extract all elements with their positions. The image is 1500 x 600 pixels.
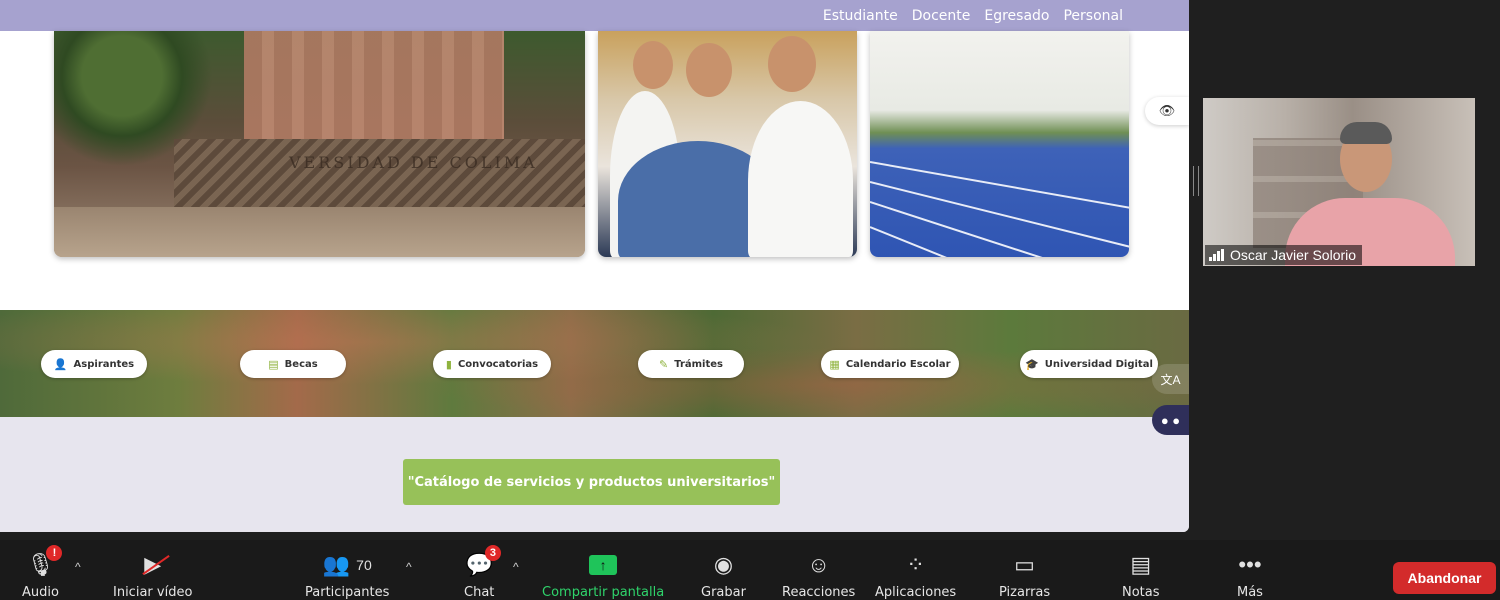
reaction-icon: ☺: [807, 552, 830, 577]
file-icon: ▮: [445, 357, 452, 371]
translate-icon[interactable]: 文A: [1152, 364, 1189, 394]
quick-link-aspirantes[interactable]: 👤 Aspirantes: [41, 350, 147, 378]
split-drag-handle[interactable]: [1193, 166, 1199, 196]
whiteboards-button[interactable]: ▭ Pizarras: [999, 549, 1050, 600]
participants-icon: 👥: [322, 552, 351, 577]
more-button[interactable]: ••• Más: [1237, 549, 1263, 600]
graduation-cap-icon: 🎓: [1025, 357, 1039, 371]
pencil-icon: ✎: [659, 357, 669, 371]
user-icon: 👤: [53, 357, 68, 371]
notes-button[interactable]: ▤ Notas: [1122, 549, 1160, 600]
calendar-icon: ▦: [829, 357, 840, 371]
reactions-button[interactable]: ☺ Reacciones: [782, 549, 855, 600]
participants-options-caret[interactable]: ^: [406, 560, 412, 574]
document-icon: ▤: [268, 357, 279, 371]
quick-link-calendario-escolar[interactable]: ▦ Calendario Escolar: [821, 350, 959, 378]
audio-button[interactable]: 🎙! Audio: [22, 545, 63, 600]
participants-button[interactable]: 👥 70 Participantes: [305, 549, 389, 600]
quick-link-tramites[interactable]: ✎ Trámites: [638, 350, 744, 378]
website-top-nav: Estudiante Docente Egresado Personal: [0, 0, 1189, 31]
shared-screen: Estudiante Docente Egresado Personal VER…: [0, 0, 1189, 532]
start-video-button[interactable]: ▶ Iniciar vídeo: [113, 549, 192, 600]
eye-icon[interactable]: 👁: [1145, 97, 1189, 125]
record-button[interactable]: ◉ Grabar: [701, 549, 746, 600]
more-dots-icon: •••: [1238, 552, 1262, 577]
participants-count: 70: [356, 557, 372, 573]
catalog-button[interactable]: "Catálogo de servicios y productos unive…: [403, 459, 780, 505]
share-screen-button[interactable]: ↑ Compartir pantalla: [542, 549, 664, 600]
participant-name-label: Oscar Javier Solorio: [1205, 245, 1363, 265]
participant-video-tile[interactable]: [1203, 98, 1475, 266]
chat-options-caret[interactable]: ^: [513, 560, 519, 574]
quick-links-band: [0, 310, 1189, 417]
chatbot-icon[interactable]: ● ●: [1152, 405, 1189, 435]
share-screen-icon: ↑: [589, 555, 618, 575]
apps-button[interactable]: ⁘ Aplicaciones: [875, 549, 956, 600]
quick-link-universidad-digital[interactable]: 🎓 Universidad Digital: [1020, 350, 1158, 378]
record-icon: ◉: [713, 552, 734, 577]
notes-icon: ▤: [1130, 552, 1152, 577]
apps-icon: ⁘: [906, 552, 925, 577]
microphone-icon: 🎙!: [27, 545, 63, 581]
signal-strength-icon: [1209, 249, 1224, 261]
nav-estudiante[interactable]: Estudiante: [823, 8, 898, 24]
nav-egresado[interactable]: Egresado: [984, 8, 1049, 24]
whiteboard-icon: ▭: [1014, 552, 1035, 577]
students-photo: [598, 31, 857, 257]
video-off-icon: ▶: [142, 549, 170, 581]
nav-docente[interactable]: Docente: [912, 8, 971, 24]
nav-personal[interactable]: Personal: [1063, 8, 1123, 24]
campus-photo: VERSIDAD DE COLIMA: [54, 31, 585, 257]
athletics-track-photo: [870, 31, 1129, 257]
chat-button[interactable]: 💬 3 Chat: [464, 545, 501, 600]
quick-link-convocatorias[interactable]: ▮ Convocatorias: [433, 350, 551, 378]
chat-unread-badge: 3: [484, 545, 501, 561]
campus-inscription: VERSIDAD DE COLIMA: [289, 153, 538, 172]
quick-link-becas[interactable]: ▤ Becas: [240, 350, 346, 378]
chat-icon: 💬 3: [465, 545, 501, 581]
leave-meeting-button[interactable]: Abandonar: [1393, 562, 1496, 594]
meeting-toolbar: [0, 540, 1500, 600]
audio-options-caret[interactable]: ^: [75, 560, 81, 574]
